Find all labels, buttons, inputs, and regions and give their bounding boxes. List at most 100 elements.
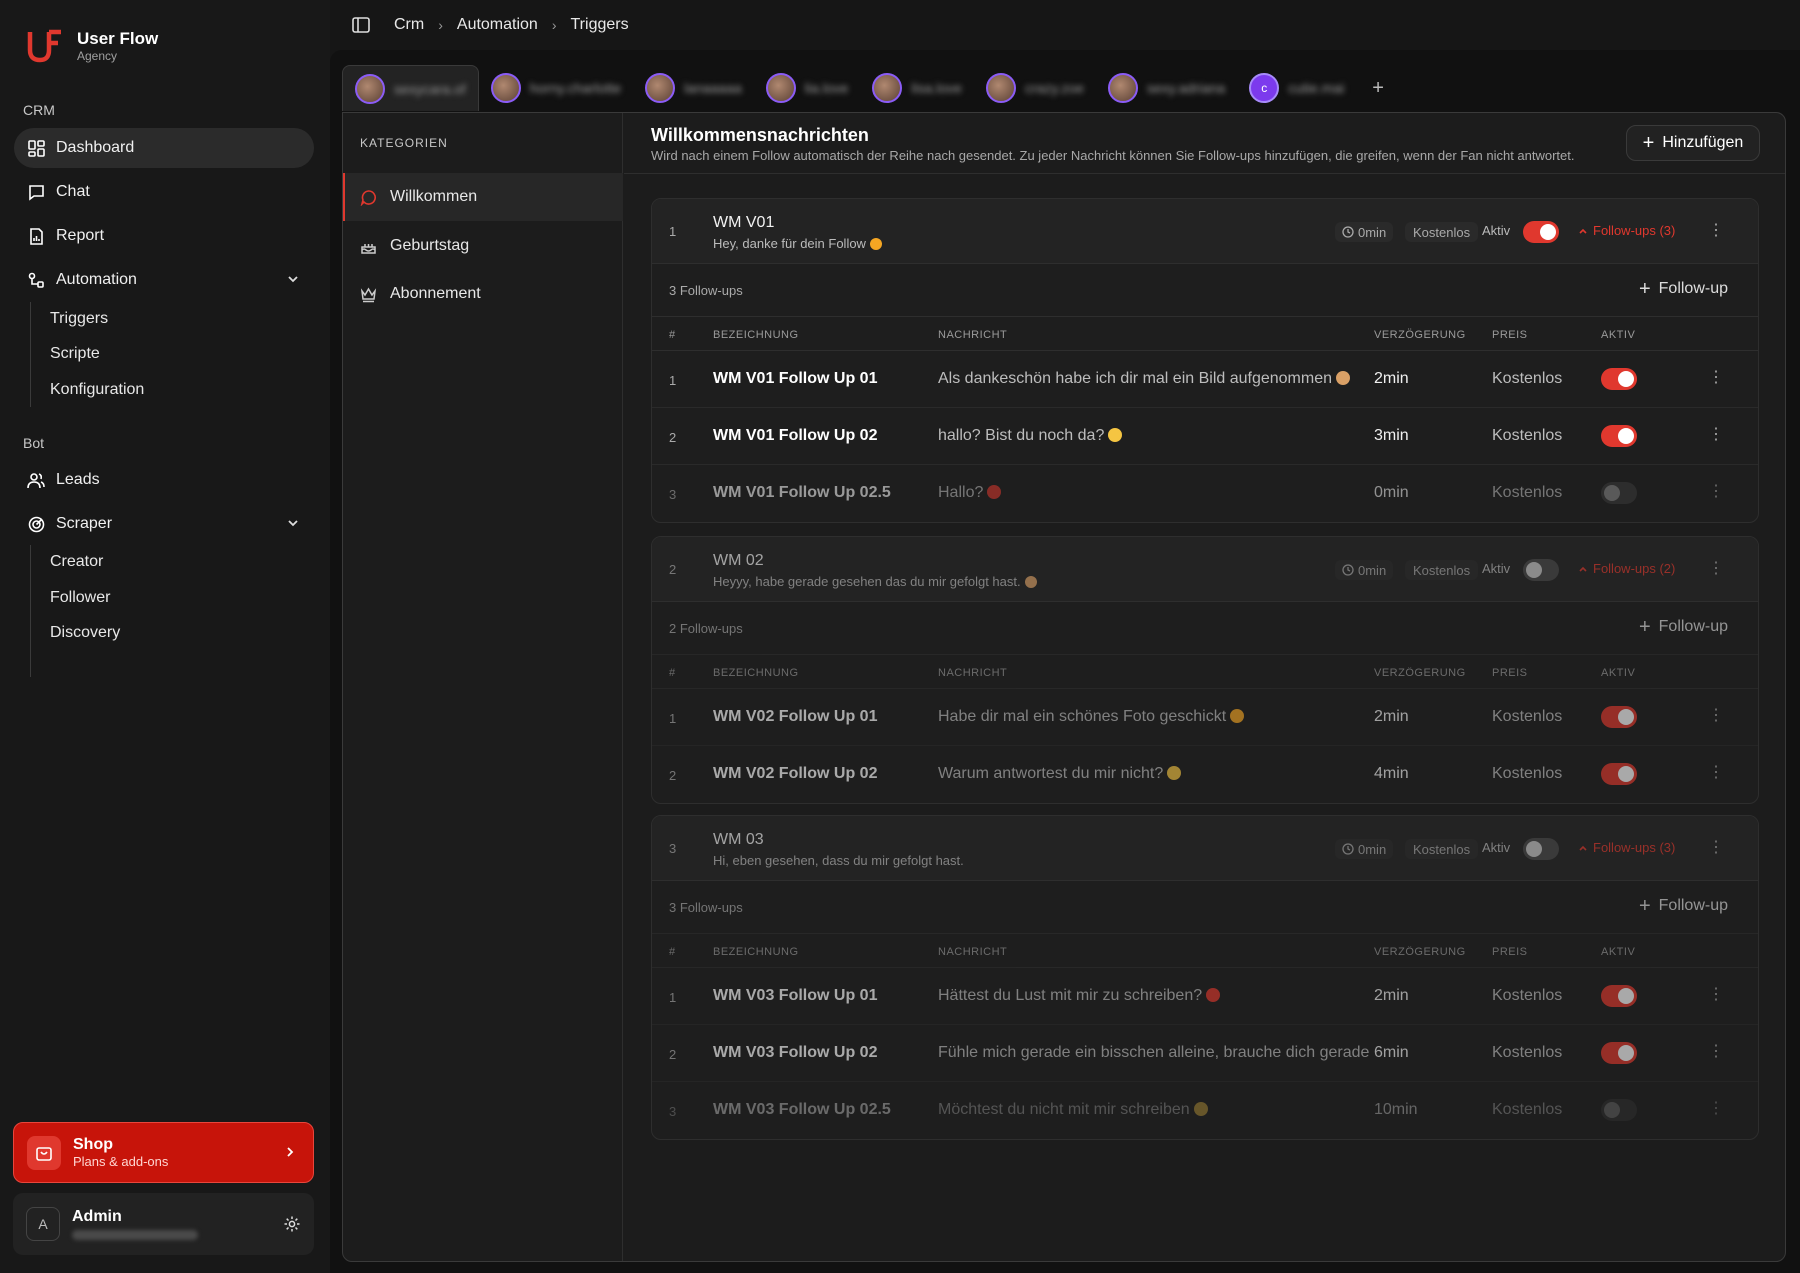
active-toggle[interactable] [1601,1099,1637,1121]
sidebar-subitem-konfiguration[interactable]: Konfiguration [50,381,144,399]
more-vertical-icon[interactable]: ⋮ [1708,1044,1724,1060]
account-tab[interactable]: lanaaaaa [633,65,754,111]
account-tab[interactable]: sexy.adriana [1096,65,1237,111]
active-toggle[interactable] [1523,221,1559,243]
add-followup-label: Follow-up [1658,897,1728,914]
account-tab[interactable]: lisa.love [860,65,974,111]
sidebar-subitem-follower[interactable]: Follower [50,589,110,607]
category-abonnement[interactable]: Abonnement [343,270,623,318]
more-vertical-icon[interactable]: ⋮ [1708,427,1724,443]
add-account-tab-button[interactable]: + [1372,77,1384,100]
sidebar-item-label: Dashboard [56,139,135,156]
more-vertical-icon[interactable]: ⋮ [1708,708,1724,724]
account-tab[interactable]: lia.love [754,65,861,111]
col-index: # [669,329,676,341]
sidebar-subitem-discovery[interactable]: Discovery [50,624,120,642]
more-vertical-icon[interactable]: ⋮ [1708,484,1724,500]
breadcrumb-crm[interactable]: Crm [394,16,424,34]
followups-bar: 2 Follow-ups + Follow-up [652,602,1758,655]
chevron-down-icon[interactable] [286,516,300,530]
add-followup-button[interactable]: + Follow-up [1639,617,1728,637]
active-toggle[interactable] [1601,985,1637,1007]
active-toggle[interactable] [1601,706,1637,728]
add-message-button[interactable]: + Hinzufügen [1626,125,1760,161]
more-vertical-icon[interactable]: ⋮ [1708,987,1724,1003]
table-row[interactable]: 2 WM V01 Follow Up 02 hallo? Bist du noc… [652,408,1758,465]
followups-label: Follow-ups (3) [1593,223,1676,238]
followup-message: Fühle mich gerade ein bisschen alleine, … [938,1044,1369,1062]
message-index: 3 [669,841,677,856]
table-row[interactable]: 1 WM V02 Follow Up 01 Habe dir mal ein s… [652,689,1758,746]
account-tab[interactable]: c cutie.mai [1237,65,1356,111]
categories-panel: KATEGORIEN Willkommen Geburtstag Abonnem… [343,113,623,1261]
shop-button[interactable]: Shop Plans & add-ons [13,1122,314,1183]
table-row[interactable]: 1 WM V03 Follow Up 01 Hättest du Lust mi… [652,968,1758,1025]
content-area: Willkommensnachrichten Wird nach einem F… [624,113,1785,1261]
message-header[interactable]: 3 WM 03 Hi, eben gesehen, dass du mir ge… [652,816,1758,881]
table-row[interactable]: 1 WM V01 Follow Up 01 Als dankeschön hab… [652,351,1758,408]
sidebar-subitem-creator[interactable]: Creator [50,553,103,571]
brand[interactable]: User Flow Agency [27,28,158,64]
breadcrumb-automation[interactable]: Automation [457,16,538,34]
active-toggle[interactable] [1601,1042,1637,1064]
followups-collapse-button[interactable]: Follow-ups (3) [1578,223,1675,238]
sidebar-item-leads[interactable]: Leads [14,460,314,500]
report-icon [27,227,45,245]
table-row[interactable]: 2 WM V02 Follow Up 02 Warum antwortest d… [652,746,1758,803]
brand-subtitle: Agency [77,49,118,63]
category-willkommen[interactable]: Willkommen [343,173,623,221]
followups-collapse-button[interactable]: Follow-ups (3) [1578,840,1675,855]
active-toggle[interactable] [1523,838,1559,860]
sidebar-subitem-triggers[interactable]: Triggers [50,310,108,328]
active-toggle[interactable] [1601,425,1637,447]
emoji-icon [1206,988,1221,1002]
table-row[interactable]: 3 WM V03 Follow Up 02.5 Möchtest du nich… [652,1082,1758,1139]
chevron-down-icon[interactable] [286,272,300,286]
followup-delay: 2min [1374,370,1409,387]
followup-delay: 6min [1374,1044,1409,1061]
sidebar-item-automation[interactable]: Automation [14,260,314,300]
category-geburtstag[interactable]: Geburtstag [343,222,623,270]
account-tab[interactable]: sexycara.of [342,65,479,111]
active-toggle[interactable] [1523,559,1559,581]
toggle-knob [1604,485,1620,501]
sidebar-item-chat[interactable]: Chat [14,172,314,212]
add-followup-button[interactable]: + Follow-up [1639,896,1728,916]
user-account[interactable]: A Admin [13,1193,314,1255]
more-vertical-icon[interactable]: ⋮ [1708,561,1724,577]
more-vertical-icon[interactable]: ⋮ [1708,840,1724,856]
message-header[interactable]: 1 WM V01 Hey, danke für dein Follow 0min… [652,199,1758,264]
message-header[interactable]: 2 WM 02 Heyyy, habe gerade gesehen das d… [652,537,1758,602]
account-tab[interactable]: horny.charlotte [479,65,634,111]
more-vertical-icon[interactable]: ⋮ [1708,765,1724,781]
sidebar-subitem-scripte[interactable]: Scripte [50,345,100,363]
sidebar-item-report[interactable]: Report [14,216,314,256]
more-vertical-icon[interactable]: ⋮ [1708,223,1724,239]
emoji-icon [1024,576,1037,588]
active-toggle[interactable] [1601,763,1637,785]
table-row[interactable]: 3 WM V01 Follow Up 02.5 Hallo? 0min Kost… [652,465,1758,522]
table-row[interactable]: 2 WM V03 Follow Up 02 Fühle mich gerade … [652,1025,1758,1082]
active-toggle[interactable] [1601,368,1637,390]
row-index: 1 [669,711,677,726]
sidebar-item-scraper[interactable]: Scraper [14,504,314,544]
followup-message-text: Warum antwortest du mir nicht? [938,765,1164,782]
more-vertical-icon[interactable]: ⋮ [1708,370,1724,386]
dashboard-icon [27,139,45,157]
message-name: WM 03 [713,831,764,848]
clock-icon [1342,843,1354,855]
followups-collapse-button[interactable]: Follow-ups (2) [1578,561,1675,576]
account-tab[interactable]: crazy.zoe [974,65,1096,111]
row-index: 2 [669,768,677,783]
sidebar-item-dashboard[interactable]: Dashboard [14,128,314,168]
active-toggle[interactable] [1601,482,1637,504]
add-followup-button[interactable]: + Follow-up [1639,279,1728,299]
message-text-content: Hey, danke für dein Follow [713,236,866,251]
clock-icon [1342,226,1354,238]
submenu-line [30,545,31,677]
toggle-knob [1618,988,1634,1004]
sidebar-toggle-icon[interactable] [352,17,370,33]
gear-icon[interactable] [283,1215,301,1233]
more-vertical-icon[interactable]: ⋮ [1708,1101,1724,1117]
page-subtitle: Wird nach einem Follow automatisch der R… [651,148,1575,163]
